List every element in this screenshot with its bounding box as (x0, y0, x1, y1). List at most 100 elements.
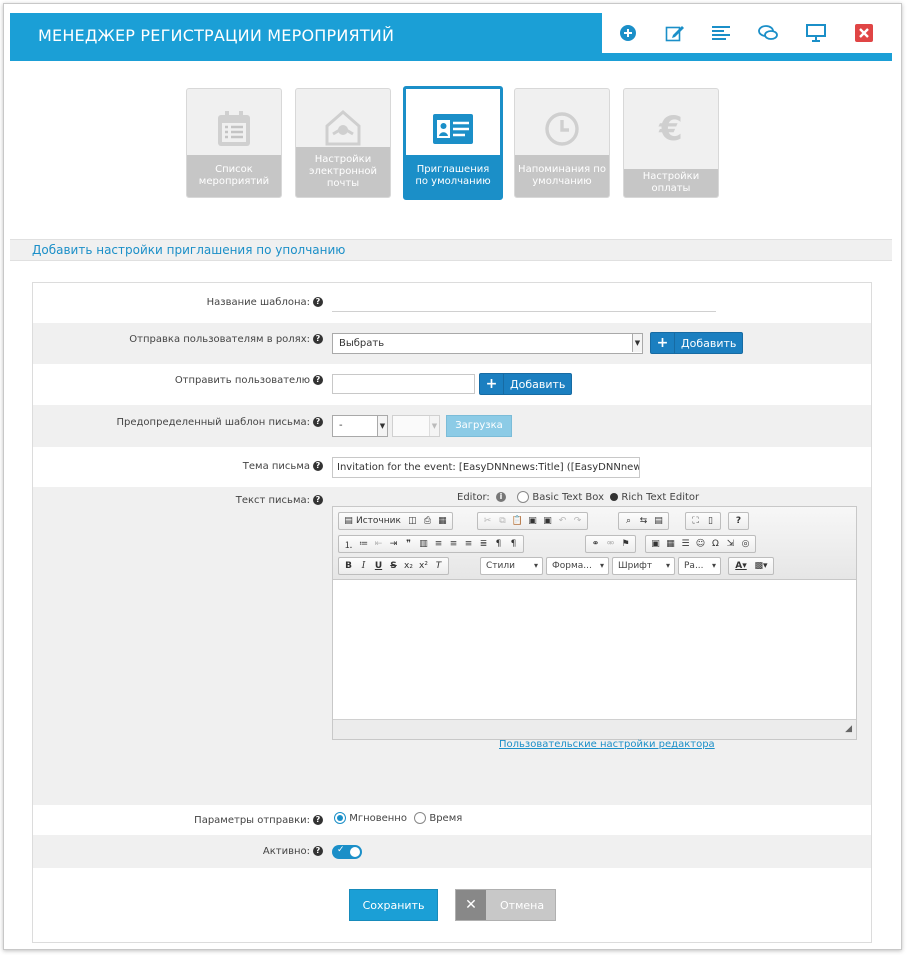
div-icon[interactable]: ▥ (416, 539, 431, 549)
active-toggle[interactable]: ✓ (332, 845, 362, 859)
templates-icon[interactable]: ▦ (435, 516, 450, 526)
show-blocks-icon[interactable]: ▯ (703, 516, 718, 526)
cancel-label: Отмена (500, 899, 545, 912)
paste-icon[interactable]: 📋 (510, 516, 525, 526)
help-icon[interactable]: ? (731, 516, 746, 526)
paste-text-icon[interactable]: ▣ (525, 516, 540, 526)
blockquote-icon[interactable]: ❞ (401, 539, 416, 549)
anchor-icon[interactable]: ⚑ (618, 539, 633, 549)
tile-default-reminders[interactable]: Напоминания по умолчанию (514, 88, 610, 198)
numbered-list-icon[interactable]: ⒈ (341, 538, 356, 551)
maximize-icon[interactable]: ⛶ (688, 516, 703, 526)
predefined-select[interactable]: - ▼ (332, 415, 388, 437)
load-button[interactable]: Загрузка (446, 415, 512, 437)
format-combo[interactable]: Форма... (546, 557, 609, 575)
template-name-input[interactable] (332, 311, 716, 312)
bold-icon[interactable]: B (341, 561, 356, 571)
chevron-down-icon: ▼ (429, 416, 439, 436)
help-icon: ? (313, 495, 323, 505)
page-break-icon[interactable]: ⇲ (723, 539, 738, 549)
predefined-label: Предопределенный шаблон письма:? (117, 417, 323, 428)
source-button[interactable]: Источник (356, 516, 401, 526)
select-all-icon[interactable]: ▤ (651, 516, 666, 526)
align-right-icon[interactable]: ≡ (461, 539, 476, 549)
indent-icon[interactable]: ⇥ (386, 539, 401, 549)
size-combo[interactable]: Ра... (678, 557, 721, 575)
tile-email-settings[interactable]: Настройки электронной почты (295, 88, 391, 198)
basic-editor-radio[interactable] (517, 491, 530, 503)
plus-circle-icon[interactable] (616, 21, 640, 45)
underline-icon[interactable]: U (371, 561, 386, 571)
cancel-button[interactable]: ✕ Отмена (455, 889, 556, 921)
preview-icon[interactable]: ◫ (405, 516, 420, 526)
save-button[interactable]: Сохранить (349, 889, 438, 921)
copy-icon[interactable]: ⧉ (495, 516, 510, 526)
styles-combo[interactable]: Стили (480, 557, 543, 575)
monitor-icon[interactable] (804, 21, 828, 45)
iframe-icon[interactable]: ◎ (738, 539, 753, 549)
time-radio[interactable] (414, 812, 427, 824)
body-label: Текст письма:? (236, 495, 323, 506)
link-icon[interactable]: ⚭ (588, 539, 603, 549)
outdent-icon[interactable]: ⇤ (371, 539, 386, 549)
editor-content-area[interactable] (333, 581, 856, 720)
chat-icon[interactable] (756, 21, 780, 45)
table-icon[interactable]: ▦ (663, 539, 678, 549)
smiley-icon[interactable]: ☺ (693, 539, 708, 549)
undo-icon[interactable]: ↶ (555, 516, 570, 526)
justify-icon[interactable]: ≣ (476, 539, 491, 549)
italic-icon[interactable]: I (356, 561, 371, 571)
roles-select[interactable]: Выбрать ▼ (332, 333, 643, 354)
add-role-button[interactable]: + Добавить (650, 332, 743, 354)
paste-word-icon[interactable]: ▣ (540, 516, 555, 526)
edit-icon[interactable] (663, 21, 687, 45)
find-group: ⌕ ⇆ ▤ (618, 512, 669, 530)
editor-settings-link[interactable]: Пользовательские настройки редактора (499, 739, 715, 750)
source-icon[interactable]: ▤ (341, 516, 356, 526)
print-icon[interactable]: ⎙ (420, 516, 435, 526)
tile-event-list[interactable]: Список мероприятий (186, 88, 282, 198)
add-user-button[interactable]: + Добавить (479, 373, 572, 395)
instant-radio[interactable] (334, 812, 346, 824)
ltr-icon[interactable]: ¶ (491, 539, 506, 549)
list-icon[interactable] (709, 21, 733, 45)
hr-icon[interactable]: ☰ (678, 539, 693, 549)
text-color-icon[interactable]: A▾ (731, 561, 751, 571)
resize-handle-icon[interactable]: ◢ (845, 724, 852, 734)
predefined-select-secondary: ▼ (392, 415, 440, 437)
superscript-icon[interactable]: x² (416, 561, 431, 571)
rtl-icon[interactable]: ¶ (506, 539, 521, 549)
rich-text-editor: ▤ Источник ◫ ⎙ ▦ ✂ ⧉ 📋 ▣ ▣ ↶ ↷ ⌕ ⇆ ▤ ⛶ ▯… (332, 506, 857, 740)
tile-label: Настройки оплаты (624, 169, 718, 197)
bg-color-icon[interactable]: ▩▾ (751, 561, 771, 571)
time-label: Время (429, 813, 463, 824)
tile-default-invitations[interactable]: Приглашения по умолчанию (403, 86, 503, 200)
unlink-icon[interactable]: ⚮ (603, 539, 618, 549)
check-icon: ✓ (337, 845, 345, 855)
rich-editor-radio[interactable] (610, 493, 619, 501)
remove-format-icon[interactable]: T (431, 561, 446, 571)
subject-label: Тема письма? (243, 461, 323, 472)
close-icon[interactable] (852, 21, 876, 45)
replace-icon[interactable]: ⇆ (636, 516, 651, 526)
bulleted-list-icon[interactable]: ≔ (356, 539, 371, 549)
special-char-icon[interactable]: Ω (708, 539, 723, 549)
basic-editor-label: Basic Text Box (532, 492, 605, 503)
section-header: Добавить настройки приглашения по уполча… (10, 239, 892, 261)
send-params-label: Параметры отправки:? (194, 815, 323, 826)
cut-icon[interactable]: ✂ (480, 516, 495, 526)
subject-input[interactable]: Invitation for the event: [EasyDNNnews:T… (332, 457, 640, 478)
subscript-icon[interactable]: x₂ (401, 561, 416, 571)
help-icon: ? (313, 297, 323, 307)
image-icon[interactable]: ▣ (648, 539, 663, 549)
strike-icon[interactable]: S (386, 561, 401, 571)
font-combo[interactable]: Шрифт (612, 557, 675, 575)
search-icon[interactable]: ⌕ (621, 516, 636, 526)
align-left-icon[interactable]: ≡ (431, 539, 446, 549)
redo-icon[interactable]: ↷ (570, 516, 585, 526)
user-input[interactable] (332, 374, 475, 394)
help-icon: ? (313, 461, 323, 471)
help-icon: ? (313, 846, 323, 856)
tile-payment-settings[interactable]: € Настройки оплаты (623, 88, 719, 198)
align-center-icon[interactable]: ≡ (446, 539, 461, 549)
